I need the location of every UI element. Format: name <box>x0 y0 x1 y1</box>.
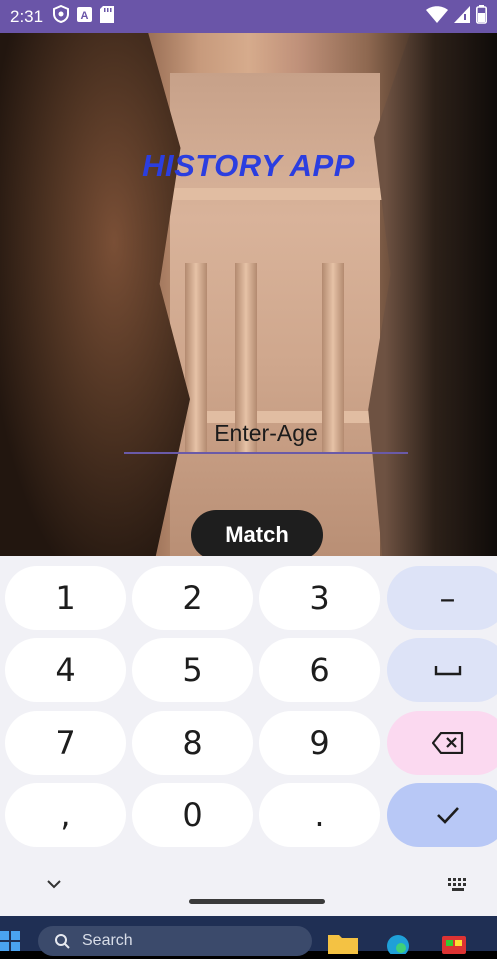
key-6[interactable]: 6 <box>259 638 380 702</box>
key-4[interactable]: 4 <box>5 638 126 702</box>
key-1[interactable]: 1 <box>5 566 126 630</box>
keyboard-grid-icon[interactable] <box>448 878 470 897</box>
age-input[interactable] <box>124 414 408 454</box>
key-5[interactable]: 5 <box>132 638 253 702</box>
windows-logo-icon[interactable] <box>0 931 20 951</box>
key-comma[interactable]: , <box>5 783 126 847</box>
rock-left-shape <box>0 33 190 556</box>
status-icons-left: A <box>53 4 115 28</box>
background-image <box>0 33 497 556</box>
ledge-shape <box>150 188 400 200</box>
checkmark-icon <box>436 807 459 824</box>
key-enter[interactable] <box>387 783 497 847</box>
search-icon <box>55 934 70 949</box>
signal-icon <box>454 5 470 28</box>
gesture-nav-handle[interactable] <box>189 899 325 904</box>
a-letter-icon: A <box>77 6 93 27</box>
key-minus[interactable]: – <box>387 566 497 630</box>
app-title: HISTORY APP <box>142 148 355 183</box>
backspace-icon <box>431 732 463 754</box>
match-button[interactable]: Match <box>191 510 323 560</box>
key-3[interactable]: 3 <box>259 566 380 630</box>
key-2[interactable]: 2 <box>132 566 253 630</box>
search-label: Search <box>82 932 133 949</box>
space-icon <box>434 666 461 676</box>
key-8[interactable]: 8 <box>132 711 253 775</box>
key-period[interactable]: . <box>259 783 380 847</box>
key-9[interactable]: 9 <box>259 711 380 775</box>
taskbar-search[interactable]: Search <box>38 926 312 956</box>
key-backspace[interactable] <box>387 711 497 775</box>
battery-icon <box>476 4 487 29</box>
wifi-icon <box>426 5 448 28</box>
status-icons-right <box>426 0 487 33</box>
shield-icon <box>53 4 70 28</box>
status-bar: 2:31 A <box>0 0 497 33</box>
status-time: 2:31 <box>10 6 44 26</box>
numeric-keyboard: 1 2 3 – 4 5 6 7 8 9 , 0 . <box>0 556 497 916</box>
sd-card-icon <box>100 5 115 28</box>
key-space[interactable] <box>387 638 497 702</box>
key-0[interactable]: 0 <box>132 783 253 847</box>
chevron-down-icon[interactable] <box>44 874 64 894</box>
key-7[interactable]: 7 <box>5 711 126 775</box>
svg-text:A: A <box>81 10 89 22</box>
